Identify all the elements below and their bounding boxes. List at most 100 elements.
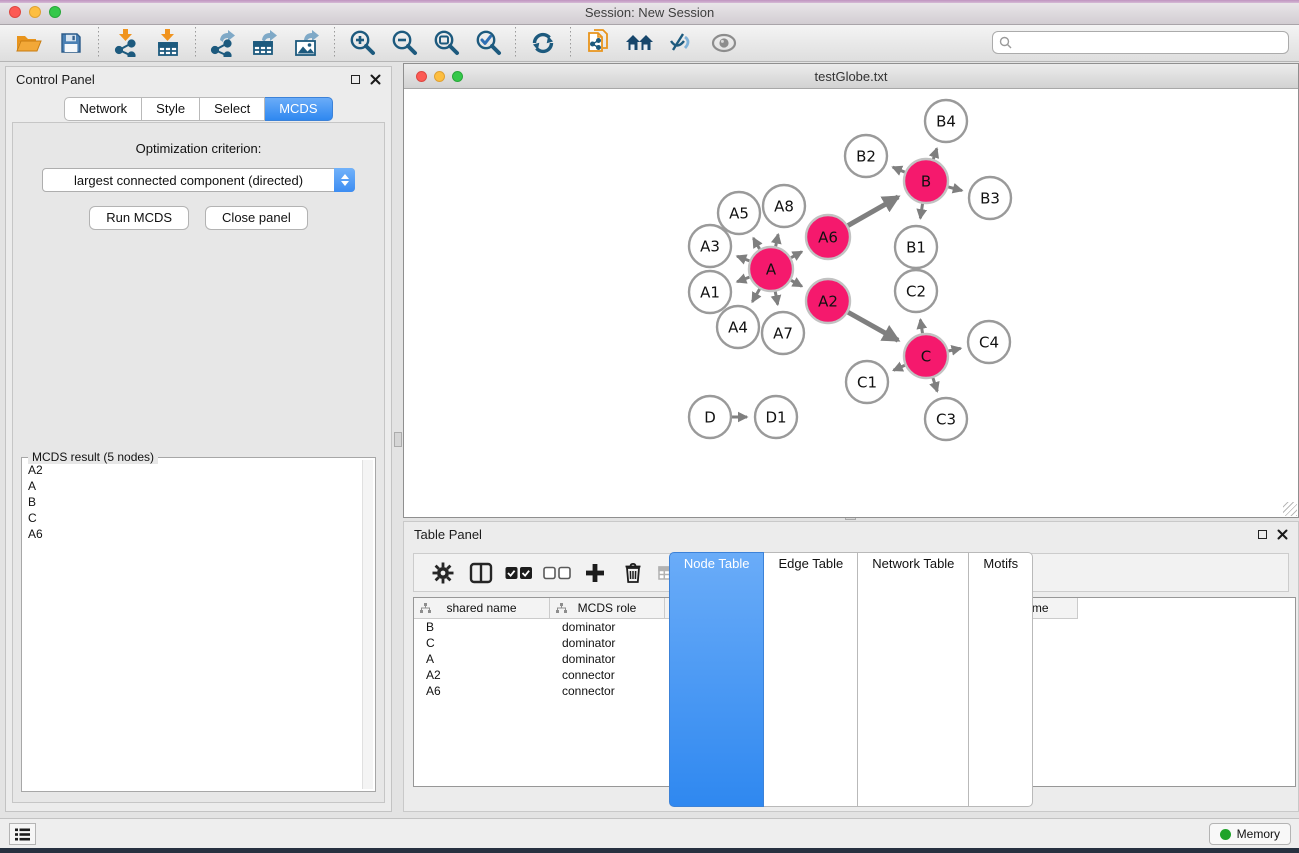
graph-edge-B-B2[interactable] [893, 167, 905, 172]
graph-edge-A-A6[interactable] [791, 252, 802, 258]
zoom-selected-icon[interactable] [467, 26, 509, 60]
mcds-result-item[interactable]: C [26, 510, 361, 526]
search-field[interactable] [992, 31, 1289, 54]
graph-node-D[interactable]: D [689, 396, 731, 438]
graph-edge-A-A1[interactable] [737, 277, 749, 282]
close-panel-icon[interactable] [370, 74, 381, 85]
show-graphics-details-icon[interactable] [703, 26, 745, 60]
svg-text:B: B [921, 173, 931, 191]
graph-node-A[interactable]: A [749, 247, 793, 291]
graph-node-C[interactable]: C [904, 334, 948, 378]
graph-edge-C-C2[interactable] [920, 320, 922, 334]
memory-status-icon [1220, 829, 1231, 840]
graph-edge-C-C3[interactable] [933, 378, 937, 391]
app-title: Session: New Session [0, 5, 1299, 20]
app-titlebar: Session: New Session [0, 0, 1299, 25]
svg-text:A1: A1 [700, 284, 720, 302]
open-session-icon[interactable] [8, 26, 50, 60]
svg-text:C4: C4 [979, 334, 999, 352]
network-graph[interactable]: B4 B2 B B3 A5 A8A6 A3 B1 A A1 C2 A2 A4 A7 C4 C C1 D D1 C3 [404, 89, 1298, 517]
network-window-titlebar[interactable]: testGlobe.txt [404, 64, 1298, 89]
import-table-icon[interactable] [147, 26, 189, 60]
memory-button[interactable]: Memory [1209, 823, 1291, 845]
float-table-panel-icon[interactable] [1258, 530, 1267, 539]
zoom-fit-icon[interactable] [425, 26, 467, 60]
svg-text:A5: A5 [729, 205, 749, 223]
graph-node-A2[interactable]: A2 [806, 279, 850, 323]
tab-network-table[interactable]: Network Table [858, 552, 969, 807]
tab-style[interactable]: Style [142, 97, 200, 121]
graph-edge-C-C4[interactable] [948, 348, 960, 351]
network-canvas[interactable]: B4 B2 B B3 A5 A8A6 A3 B1 A A1 C2 A2 A4 A7 C4 C C1 D D1 C3 [404, 89, 1298, 517]
tab-motifs[interactable]: Motifs [969, 552, 1033, 807]
mcds-result-item[interactable]: A2 [26, 462, 361, 478]
control-panel: Control Panel NetworkStyleSelectMCDS Opt… [5, 66, 392, 812]
export-network-icon[interactable] [202, 26, 244, 60]
graph-node-A8[interactable]: A8 [763, 185, 805, 227]
mcds-result-item[interactable]: A [26, 478, 361, 494]
tab-select[interactable]: Select [200, 97, 265, 121]
svg-text:A4: A4 [728, 319, 748, 337]
tab-node-table[interactable]: Node Table [669, 552, 765, 807]
graph-node-A5[interactable]: A5 [718, 192, 760, 234]
zoom-out-icon[interactable] [383, 26, 425, 60]
graph-edge-A-A2[interactable] [791, 280, 802, 286]
svg-text:A2: A2 [818, 293, 838, 311]
graph-node-B3[interactable]: B3 [969, 177, 1011, 219]
graph-edge-A-A7[interactable] [775, 292, 777, 305]
graph-node-A3[interactable]: A3 [689, 225, 731, 267]
graph-node-A7[interactable]: A7 [762, 312, 804, 354]
graph-node-C2[interactable]: C2 [895, 270, 937, 312]
graph-edge-A-A8[interactable] [776, 234, 778, 246]
graph-node-A1[interactable]: A1 [689, 271, 731, 313]
memory-label: Memory [1237, 827, 1280, 841]
graph-node-A4[interactable]: A4 [717, 306, 759, 348]
svg-text:C3: C3 [936, 411, 956, 429]
graph-edge-C-C1[interactable] [894, 365, 905, 370]
window-resize-grip[interactable] [1283, 502, 1297, 516]
zoom-in-icon[interactable] [341, 26, 383, 60]
graph-edge-A2-C[interactable] [848, 312, 898, 340]
first-neighbors-icon[interactable] [619, 26, 661, 60]
graph-node-B4[interactable]: B4 [925, 100, 967, 142]
svg-text:A: A [766, 261, 777, 279]
new-network-from-selection-icon[interactable] [577, 26, 619, 60]
run-mcds-button[interactable]: Run MCDS [89, 206, 189, 230]
tab-mcds[interactable]: MCDS [265, 97, 332, 121]
graph-edge-B-B4[interactable] [933, 149, 937, 160]
export-table-icon[interactable] [244, 26, 286, 60]
mcds-result-item[interactable]: A6 [26, 526, 361, 542]
graph-node-A6[interactable]: A6 [806, 215, 850, 259]
hide-selected-icon[interactable] [661, 26, 703, 60]
graph-node-B[interactable]: B [904, 159, 948, 203]
graph-node-C3[interactable]: C3 [925, 398, 967, 440]
mcds-result-item[interactable]: B [26, 494, 361, 510]
graph-edge-A6-B[interactable] [848, 197, 898, 226]
graph-node-B2[interactable]: B2 [845, 135, 887, 177]
vertical-splitter-handle[interactable] [394, 432, 402, 447]
graph-node-C1[interactable]: C1 [846, 361, 888, 403]
graph-node-D1[interactable]: D1 [755, 396, 797, 438]
save-session-icon[interactable] [50, 26, 92, 60]
import-network-icon[interactable] [105, 26, 147, 60]
graph-edge-A-A3[interactable] [737, 256, 749, 261]
graph-node-C4[interactable]: C4 [968, 321, 1010, 363]
graph-edge-B-B3[interactable] [948, 187, 962, 191]
mcds-result-list[interactable]: A2ABCA6 [26, 462, 361, 789]
search-input[interactable] [1017, 36, 1282, 50]
graph-edge-A-A5[interactable] [753, 238, 759, 249]
export-image-icon[interactable] [286, 26, 328, 60]
apply-layout-icon[interactable] [522, 26, 564, 60]
desktop-background-strip [0, 848, 1299, 853]
float-panel-icon[interactable] [351, 75, 360, 84]
result-scrollbar[interactable] [362, 460, 373, 789]
tab-edge-table[interactable]: Edge Table [764, 552, 858, 807]
graph-node-B1[interactable]: B1 [895, 226, 937, 268]
close-panel-button[interactable]: Close panel [205, 206, 308, 230]
graph-edge-A-A4[interactable] [752, 289, 759, 302]
close-table-panel-icon[interactable] [1277, 529, 1288, 540]
graph-edge-B-B1[interactable] [920, 204, 922, 219]
criterion-dropdown[interactable]: largest connected component (directed) [42, 168, 355, 192]
task-history-button[interactable] [9, 823, 36, 845]
tab-network[interactable]: Network [64, 97, 142, 121]
